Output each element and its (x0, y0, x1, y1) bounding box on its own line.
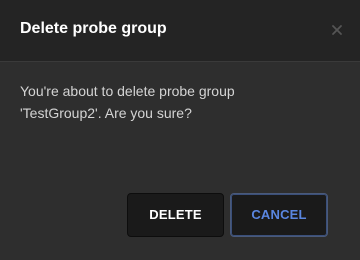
dialog-title: Delete probe group (20, 20, 167, 37)
cancel-button[interactable]: CANCEL (230, 193, 328, 237)
dialog-body: You're about to delete probe group 'Test… (0, 62, 360, 260)
delete-probe-group-dialog: Delete probe group You're about to delet… (0, 0, 360, 260)
confirmation-message: You're about to delete probe group 'Test… (20, 83, 235, 121)
close-icon[interactable] (328, 21, 346, 39)
dialog-header: Delete probe group (0, 0, 360, 62)
delete-button[interactable]: DELETE (127, 193, 224, 237)
